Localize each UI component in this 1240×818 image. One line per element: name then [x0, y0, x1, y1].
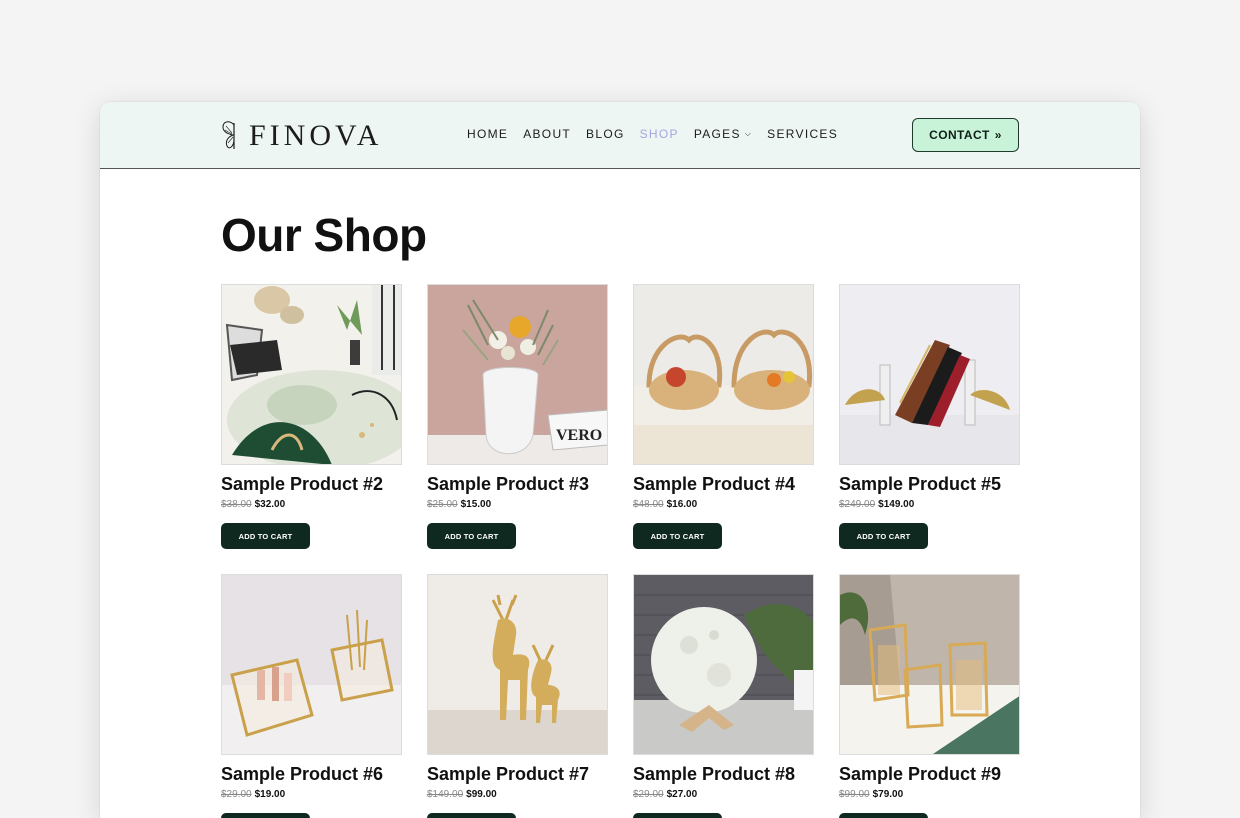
product-name[interactable]: Sample Product #6: [221, 764, 402, 785]
deer-figurines-image: [428, 575, 607, 754]
product-price: $38.00 $32.00: [221, 499, 402, 510]
add-to-cart-button[interactable]: ADD TO CART: [839, 813, 928, 818]
product-price: $25.00 $15.00: [427, 499, 608, 510]
product-card: Sample Product #9 $99.00$79.00 ADD TO CA…: [839, 574, 1020, 818]
old-price: $29.00: [221, 789, 252, 800]
product-price: $29.00 $19.00: [221, 789, 402, 800]
rug-room-image: [222, 285, 401, 464]
product-name[interactable]: Sample Product #2: [221, 474, 402, 495]
add-to-cart-button[interactable]: ADD TO CART: [221, 813, 310, 818]
makeup-organizer-image: [222, 575, 401, 754]
nav-label: ABOUT: [523, 127, 572, 141]
product-card: Sample Product #6 $29.00$19.00 ADD TO CA…: [221, 574, 402, 818]
product-image[interactable]: [633, 284, 814, 465]
nav-services[interactable]: SERVICES: [767, 127, 838, 141]
gold-candle-holders-image: [840, 575, 1019, 754]
product-image[interactable]: [221, 574, 402, 755]
product-image[interactable]: [221, 284, 402, 465]
add-to-cart-button[interactable]: ADD TO CART: [427, 523, 516, 549]
contact-label: CONTACT: [929, 128, 990, 142]
add-to-cart-button[interactable]: ADD TO CART: [221, 523, 310, 549]
sale-price: $16.00: [666, 499, 698, 510]
product-card: Sample Product #8 $29.00$27.00 ADD TO CA…: [633, 574, 814, 818]
nav-label: SHOP: [639, 127, 679, 141]
product-card: VERO Sample Product #3 $25.00 $15.00 ADD …: [427, 284, 608, 549]
site-header: FINOVA HOME ABOUT BLOG SHOP PAGES ⌵ SERVI…: [100, 102, 1140, 169]
old-price: $48.00: [633, 499, 664, 510]
product-card: Sample Product #2 $38.00 $32.00 ADD TO CA…: [221, 284, 402, 549]
product-card: Sample Product #5 $249.00 $149.00 ADD TO …: [839, 284, 1020, 549]
product-price: $149.00 $99.00: [427, 789, 608, 800]
sale-price: $15.00: [460, 499, 492, 510]
product-card: Sample Product #4 $48.00 $16.00 ADD TO CA…: [633, 284, 814, 549]
product-name[interactable]: Sample Product #9: [839, 764, 1020, 785]
bookends-image: [840, 285, 1019, 464]
sale-price: $99.00: [466, 789, 497, 800]
product-image[interactable]: VERO: [427, 284, 608, 465]
chevron-down-icon: ⌵: [744, 129, 753, 138]
fruit-baskets-image: [634, 285, 813, 464]
old-price: $38.00: [221, 499, 252, 510]
logo[interactable]: FINOVA: [220, 116, 382, 156]
logo-text: FINOVA: [249, 119, 383, 152]
product-image[interactable]: [633, 574, 814, 755]
add-to-cart-button[interactable]: ADD TO CART: [633, 523, 722, 549]
old-price: $99.00: [839, 789, 870, 800]
nav-about[interactable]: ABOUT: [523, 127, 571, 141]
add-to-cart-button[interactable]: ADD TO CART: [839, 523, 928, 549]
product-price: $29.00 $27.00: [633, 789, 814, 800]
product-price: $48.00 $16.00: [633, 499, 814, 510]
sale-price: $32.00: [254, 499, 286, 510]
nav-label: BLOG: [586, 127, 625, 141]
moon-lamp-image: [634, 575, 813, 754]
sale-price: $79.00: [872, 789, 904, 800]
nav-label: PAGES: [693, 127, 741, 141]
add-to-cart-button[interactable]: ADD TO CART: [633, 813, 722, 818]
main-nav: HOME ABOUT BLOG SHOP PAGES ⌵ SERVICES: [467, 127, 853, 141]
product-card: Sample Product #7 $149.00$99.00 ADD TO C…: [427, 574, 608, 818]
butterfly-icon: [222, 121, 235, 149]
old-price: $149.00: [427, 789, 464, 800]
sale-price: $149.00: [878, 499, 915, 510]
nav-blog[interactable]: BLOG: [586, 127, 625, 141]
add-to-cart-button[interactable]: ADD TO CART: [427, 813, 516, 818]
product-image[interactable]: [839, 574, 1020, 755]
old-price: $29.00: [633, 789, 664, 800]
contact-button[interactable]: CONTACT »: [912, 118, 1019, 152]
product-name[interactable]: Sample Product #5: [839, 474, 1020, 495]
nav-pages[interactable]: PAGES ⌵: [694, 127, 752, 141]
sale-price: $19.00: [254, 789, 286, 800]
product-price: $249.00 $149.00: [839, 499, 1020, 510]
product-price: $99.00 $79.00: [839, 789, 1020, 800]
old-price: $249.00: [839, 499, 876, 510]
svg-text:VERO: VERO: [556, 427, 602, 444]
product-name[interactable]: Sample Product #8: [633, 764, 814, 785]
browser-window: FINOVA HOME ABOUT BLOG SHOP PAGES ⌵ SERVI…: [100, 102, 1140, 818]
nav-home[interactable]: HOME: [467, 127, 508, 141]
product-image[interactable]: [427, 574, 608, 755]
nav-label: SERVICES: [767, 127, 839, 141]
double-chevron-right-icon: »: [994, 128, 1002, 142]
page-title: Our Shop: [221, 209, 427, 261]
product-name[interactable]: Sample Product #7: [427, 764, 608, 785]
sale-price: $27.00: [666, 789, 698, 800]
product-name[interactable]: Sample Product #4: [633, 474, 814, 495]
product-image[interactable]: [839, 284, 1020, 465]
product-name[interactable]: Sample Product #3: [427, 474, 608, 495]
nav-label: HOME: [467, 127, 509, 141]
old-price: $25.00: [427, 499, 458, 510]
vase-flowers-image: VERO: [428, 285, 607, 464]
nav-shop[interactable]: SHOP: [640, 127, 679, 141]
